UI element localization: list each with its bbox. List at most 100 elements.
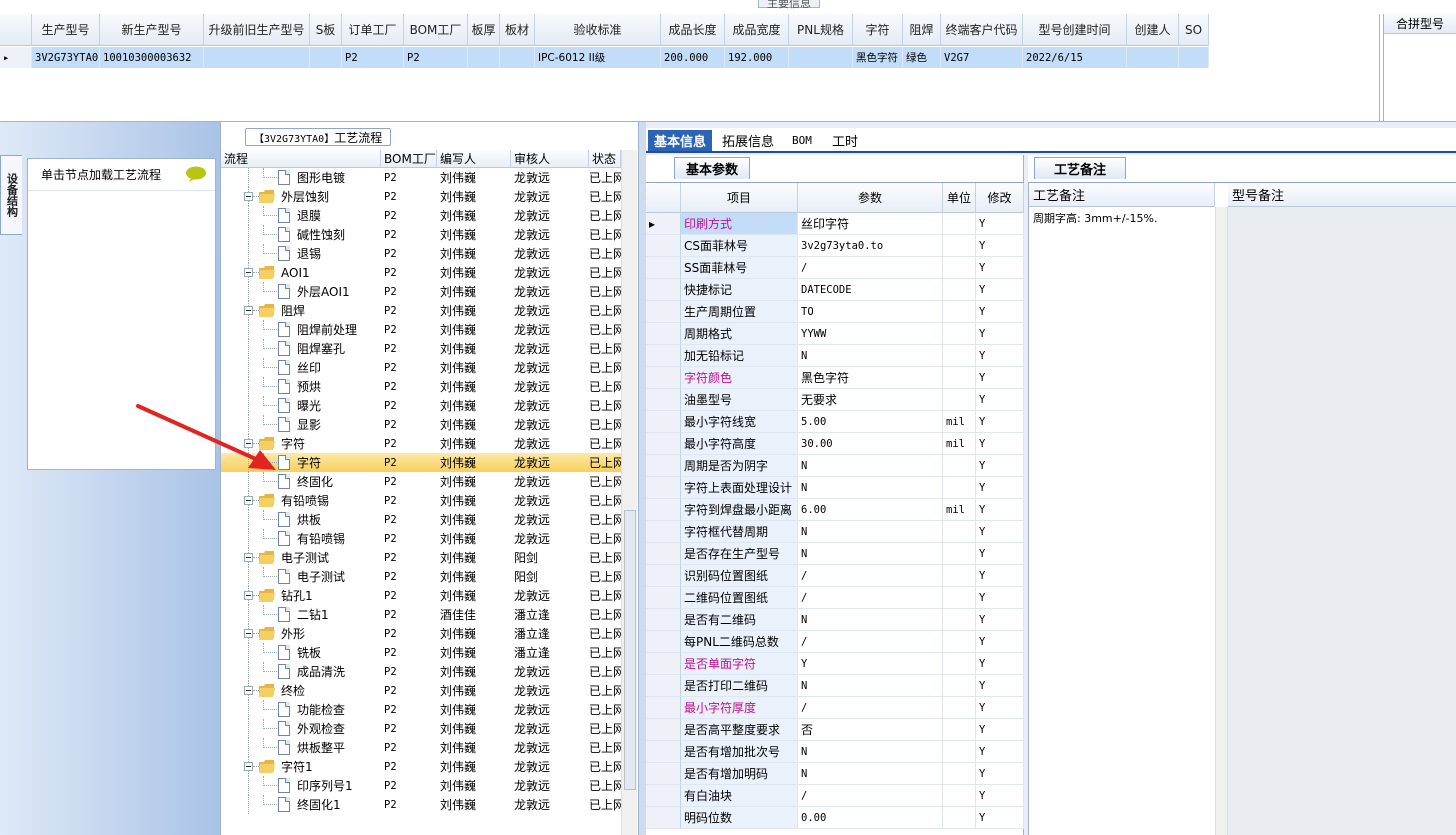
main-col-header[interactable]: SO xyxy=(1179,14,1209,46)
tree-row[interactable]: 终固化 P2 刘伟巍 龙敦远 已上网 xyxy=(221,472,621,491)
vertical-tab-equipment[interactable]: 设备结构 xyxy=(0,155,22,235)
tree-row[interactable]: 预烘 P2 刘伟巍 龙敦远 已上网 xyxy=(221,377,621,396)
param-row[interactable]: 是否有增加明码 N Y xyxy=(646,763,1024,785)
param-value[interactable]: 0.00 xyxy=(798,807,943,829)
main-cell[interactable] xyxy=(1127,47,1179,68)
param-row[interactable]: 最小字符高度 30.00 mil Y xyxy=(646,433,1024,455)
tree-row[interactable]: 外观检查 P2 刘伟巍 龙敦远 已上网 xyxy=(221,719,621,738)
main-cell[interactable]: 192.000 xyxy=(725,47,789,68)
param-value[interactable]: YYWW xyxy=(798,323,943,345)
param-value[interactable]: Y xyxy=(798,653,943,675)
tab-process-remark[interactable]: 工艺备注 xyxy=(1034,157,1126,179)
main-col-header[interactable]: PNL规格 xyxy=(789,14,853,46)
param-value[interactable]: / xyxy=(798,631,943,653)
param-modify-flag[interactable]: Y xyxy=(976,257,1024,279)
tab-basic-info[interactable]: 基本信息 xyxy=(648,130,713,151)
param-row[interactable]: 字符框代替周期 N Y xyxy=(646,521,1024,543)
param-modify-flag[interactable]: Y xyxy=(976,455,1024,477)
main-cell[interactable]: 10010300003632 xyxy=(100,47,204,68)
collapse-toggle-icon[interactable] xyxy=(244,306,253,315)
tab-bom[interactable]: BOM xyxy=(786,130,818,151)
param-row[interactable]: 是否打印二维码 N Y xyxy=(646,675,1024,697)
param-modify-flag[interactable]: Y xyxy=(976,653,1024,675)
main-cell[interactable]: P2 xyxy=(404,47,468,68)
main-cell[interactable]: 黑色字符 xyxy=(853,47,903,68)
param-modify-flag[interactable]: Y xyxy=(976,411,1024,433)
main-cell[interactable] xyxy=(310,47,342,68)
param-row[interactable]: 是否有二维码 N Y xyxy=(646,609,1024,631)
remark-scrollbar[interactable] xyxy=(1215,207,1228,835)
param-modify-flag[interactable]: Y xyxy=(976,697,1024,719)
tree-row[interactable]: 烘板 P2 刘伟巍 龙敦远 已上网 xyxy=(221,510,621,529)
param-row[interactable]: 字符到焊盘最小距离 6.00 mil Y xyxy=(646,499,1024,521)
process-remark-text[interactable]: 周期字高: 3mm+/-15%. xyxy=(1033,210,1157,226)
main-col-header[interactable]: 订单工厂 xyxy=(342,14,404,46)
param-modify-flag[interactable]: Y xyxy=(976,609,1024,631)
tree-row[interactable]: 烘板整平 P2 刘伟巍 龙敦远 已上网 xyxy=(221,738,621,757)
param-row[interactable]: 明码位数 0.00 Y xyxy=(646,807,1024,829)
tree-row[interactable]: 显影 P2 刘伟巍 龙敦远 已上网 xyxy=(221,415,621,434)
main-cell[interactable]: IPC-6012 II级 xyxy=(535,47,661,68)
tree-col-header[interactable]: 编写人 xyxy=(437,150,511,168)
param-modify-flag[interactable]: Y xyxy=(976,389,1024,411)
param-modify-flag[interactable]: Y xyxy=(976,631,1024,653)
param-value[interactable]: N xyxy=(798,455,943,477)
param-value[interactable]: DATECODE xyxy=(798,279,943,301)
tree-row[interactable]: 退锡 P2 刘伟巍 龙敦远 已上网 xyxy=(221,244,621,263)
tab-extended-info[interactable]: 拓展信息 xyxy=(716,130,780,151)
main-cell[interactable]: 200.000 xyxy=(661,47,725,68)
param-modify-flag[interactable]: Y xyxy=(976,279,1024,301)
collapse-toggle-icon[interactable] xyxy=(244,496,253,505)
tree-row[interactable]: AOI1 P2 刘伟巍 龙敦远 已上网 xyxy=(221,263,621,282)
param-value[interactable]: N xyxy=(798,477,943,499)
tree-row[interactable]: 退膜 P2 刘伟巍 龙敦远 已上网 xyxy=(221,206,621,225)
param-value[interactable]: 6.00 xyxy=(798,499,943,521)
param-row[interactable]: 最小字符厚度 / Y xyxy=(646,697,1024,719)
main-col-header[interactable]: 阻焊 xyxy=(903,14,941,46)
param-row[interactable]: 字符上表面处理设计 N Y xyxy=(646,477,1024,499)
param-value[interactable]: / xyxy=(798,565,943,587)
pane-splitter[interactable] xyxy=(638,122,646,835)
main-cell[interactable] xyxy=(500,47,535,68)
param-modify-flag[interactable]: Y xyxy=(976,499,1024,521)
param-value[interactable]: 5.00 xyxy=(798,411,943,433)
param-modify-flag[interactable]: Y xyxy=(976,367,1024,389)
param-value[interactable]: 黑色字符 xyxy=(798,367,943,389)
tree-row[interactable]: 阻焊 P2 刘伟巍 龙敦远 已上网 xyxy=(221,301,621,320)
tree-row[interactable]: 阻焊塞孔 P2 刘伟巍 龙敦远 已上网 xyxy=(221,339,621,358)
param-modify-flag[interactable]: Y xyxy=(976,477,1024,499)
main-cell[interactable]: 3V2G73YTA0 xyxy=(32,47,100,68)
param-row[interactable]: 是否单面字符 Y Y xyxy=(646,653,1024,675)
param-value[interactable]: / xyxy=(798,697,943,719)
tree-scrollbar[interactable] xyxy=(621,150,637,835)
tab-work-hours[interactable]: 工时 xyxy=(826,130,864,151)
tree-row[interactable]: 字符 P2 刘伟巍 龙敦远 已上网 xyxy=(221,434,621,453)
collapse-toggle-icon[interactable] xyxy=(244,762,253,771)
param-modify-flag[interactable]: Y xyxy=(976,807,1024,829)
main-col-header[interactable]: 升级前旧生产型号 xyxy=(204,14,310,46)
tree-row-selected[interactable]: 字符 P2 刘伟巍 龙敦远 已上网 xyxy=(221,453,621,472)
collapse-toggle-icon[interactable] xyxy=(244,268,253,277)
row-indicator[interactable]: ▸ xyxy=(0,47,32,68)
collapse-toggle-icon[interactable] xyxy=(244,629,253,638)
param-row[interactable]: 二维码位置图纸 / Y xyxy=(646,587,1024,609)
param-row[interactable]: 每PNL二维码总数 / Y xyxy=(646,631,1024,653)
param-row[interactable]: ▸ 印刷方式 丝印字符 Y xyxy=(646,213,1024,235)
param-modify-flag[interactable]: Y xyxy=(976,587,1024,609)
param-row[interactable]: 加无铅标记 N Y xyxy=(646,345,1024,367)
main-col-header[interactable]: 板厚 xyxy=(468,14,500,46)
param-value[interactable]: N xyxy=(798,521,943,543)
main-col-header[interactable]: 型号创建时间 xyxy=(1023,14,1127,46)
param-value[interactable]: N xyxy=(798,609,943,631)
tree-row[interactable]: 终检 P2 刘伟巍 龙敦远 已上网 xyxy=(221,681,621,700)
collapse-toggle-icon[interactable] xyxy=(244,686,253,695)
main-col-header[interactable]: 验收标准 xyxy=(535,14,661,46)
param-row[interactable]: 周期是否为阴字 N Y xyxy=(646,455,1024,477)
main-cell[interactable] xyxy=(789,47,853,68)
param-row[interactable]: 周期格式 YYWW Y xyxy=(646,323,1024,345)
param-value[interactable]: / xyxy=(798,785,943,807)
param-value[interactable]: N xyxy=(798,543,943,565)
param-row[interactable]: SS面菲林号 / Y xyxy=(646,257,1024,279)
param-value[interactable]: TO xyxy=(798,301,943,323)
param-modify-flag[interactable]: Y xyxy=(976,213,1024,235)
